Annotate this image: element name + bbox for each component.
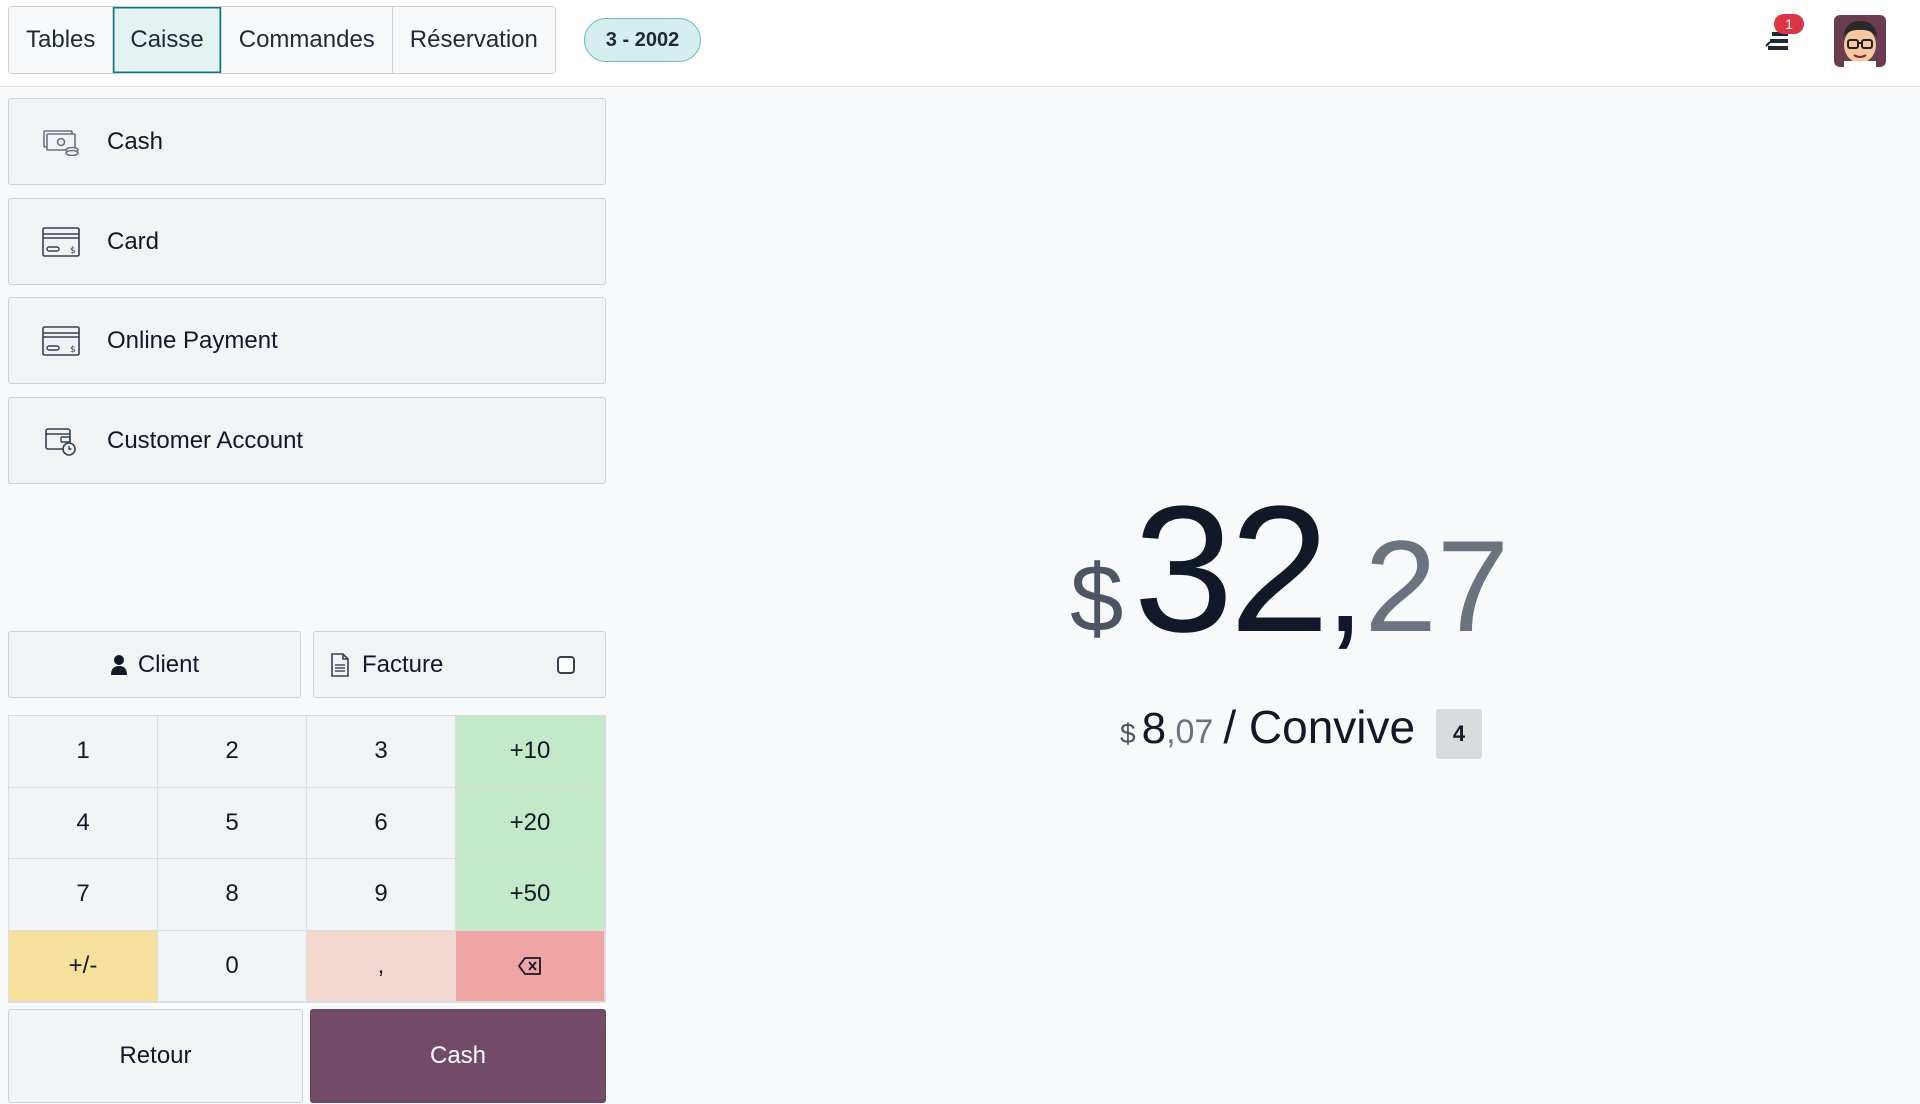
document-icon xyxy=(331,652,349,677)
guest-count-badge[interactable]: 4 xyxy=(1436,709,1482,759)
numpad-key-1[interactable]: 1 xyxy=(9,716,158,788)
order-number-pill[interactable]: 3 - 2002 xyxy=(584,18,701,62)
per-guest-currency: $ xyxy=(1120,718,1136,749)
per-guest-label: / Convive xyxy=(1223,701,1416,753)
facture-label: Facture xyxy=(362,650,444,678)
payment-method-label: Card xyxy=(107,227,160,255)
payment-method-label: Customer Account xyxy=(107,426,304,454)
notification-badge: 1 xyxy=(1774,14,1804,34)
tab-reservation[interactable]: Réservation xyxy=(392,7,555,73)
payment-method-cash[interactable]: Cash xyxy=(8,98,606,185)
client-button[interactable]: Client xyxy=(8,631,301,698)
numpad-key-5[interactable]: 5 xyxy=(158,787,307,859)
payment-method-card[interactable]: $ Card xyxy=(8,198,606,285)
total-decimal: 27 xyxy=(1364,513,1510,659)
svg-text:$: $ xyxy=(70,345,76,355)
numpad-key-9[interactable]: 9 xyxy=(307,859,456,931)
numpad-key-plus50[interactable]: +50 xyxy=(456,859,605,931)
facture-button[interactable]: Facture xyxy=(313,631,606,698)
payment-method-online[interactable]: $ Online Payment xyxy=(8,297,606,384)
numpad-key-7[interactable]: 7 xyxy=(9,859,158,931)
numpad-key-plus10[interactable]: +10 xyxy=(456,716,605,788)
backspace-icon xyxy=(518,956,541,975)
numpad-key-3[interactable]: 3 xyxy=(307,716,456,788)
user-avatar[interactable] xyxy=(1834,15,1886,67)
payment-method-customer-account[interactable]: Customer Account xyxy=(8,397,606,484)
client-label: Client xyxy=(137,650,200,678)
payment-method-label: Online Payment xyxy=(107,326,278,354)
numpad-key-2[interactable]: 2 xyxy=(158,716,307,788)
cash-icon xyxy=(41,126,81,158)
numpad-key-8[interactable]: 8 xyxy=(158,859,307,931)
total-separator: , xyxy=(1325,504,1365,661)
navigation-tabs: Tables Caisse Commandes Réservation xyxy=(8,6,556,74)
numpad-key-plus20[interactable]: +20 xyxy=(456,787,605,859)
tab-commandes[interactable]: Commandes xyxy=(221,7,393,73)
numpad-key-backspace[interactable] xyxy=(456,930,605,1002)
facture-checkbox[interactable] xyxy=(557,656,575,674)
amount-per-guest: $ 8 , 07 / Convive xyxy=(1120,700,1415,760)
numpad-key-6[interactable]: 6 xyxy=(307,787,456,859)
top-bar: Tables Caisse Commandes Réservation 3 - … xyxy=(0,0,1920,87)
per-guest-decimal: 07 xyxy=(1175,713,1214,751)
total-integer: 32 xyxy=(1133,469,1329,670)
per-guest-separator: , xyxy=(1166,713,1176,751)
tab-tables[interactable]: Tables xyxy=(9,7,114,73)
retour-button[interactable]: Retour xyxy=(8,1009,303,1103)
customer-account-icon xyxy=(41,425,81,457)
numpad-key-decimal[interactable]: , xyxy=(307,930,456,1002)
per-guest-integer: 8 xyxy=(1141,704,1167,753)
svg-text:$: $ xyxy=(70,246,76,256)
numpad-key-0[interactable]: 0 xyxy=(158,930,307,1002)
numpad-key-4[interactable]: 4 xyxy=(9,787,158,859)
tab-caisse[interactable]: Caisse xyxy=(113,7,222,73)
payment-method-label: Cash xyxy=(107,127,164,155)
user-avatar-icon xyxy=(1834,15,1886,67)
numpad: 1 2 3 +10 4 5 6 +20 7 8 9 +50 +/- 0 , xyxy=(8,715,606,1003)
validate-payment-button[interactable]: Cash xyxy=(310,1009,606,1103)
card-icon: $ xyxy=(41,226,81,258)
total-amount: $ 32 , 27 xyxy=(1070,469,1550,670)
card-icon: $ xyxy=(41,325,81,357)
user-icon xyxy=(110,654,127,675)
numpad-key-plus-minus[interactable]: +/- xyxy=(9,930,158,1002)
total-currency: $ xyxy=(1070,545,1124,652)
